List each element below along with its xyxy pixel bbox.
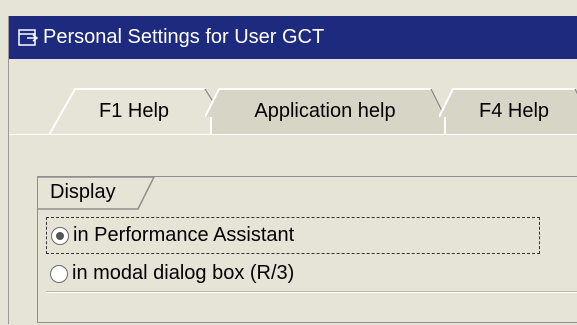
- window-menu-icon[interactable]: [17, 27, 39, 49]
- tab-f4-help-label: F4 Help: [478, 99, 550, 122]
- display-label-text: Display: [50, 181, 116, 203]
- option-modal-dialog-label: in modal dialog box (R/3): [72, 262, 295, 284]
- window-title: Personal Settings for User GCT: [43, 26, 325, 48]
- option-modal-dialog[interactable]: in modal dialog box (R/3): [46, 255, 540, 292]
- radio-performance-assistant[interactable]: [51, 226, 69, 245]
- display-group: Display in Performance Assistant in moda…: [37, 176, 577, 323]
- radio-modal-dialog[interactable]: [50, 264, 68, 283]
- option-performance-assistant-label: in Performance Assistant: [73, 224, 295, 246]
- tab-panel: Display in Performance Assistant in moda…: [9, 134, 577, 325]
- tab-application-help-label: Application help: [254, 99, 396, 122]
- settings-window: Personal Settings for User GCT F1 Help A…: [8, 16, 577, 325]
- tab-strip: F1 Help Application help F4 Help: [9, 59, 577, 135]
- option-performance-assistant[interactable]: in Performance Assistant: [46, 217, 540, 254]
- tab-f4-help[interactable]: F4 Help: [439, 87, 577, 135]
- tab-f1-help[interactable]: F1 Help: [49, 87, 219, 135]
- group-divider: [46, 291, 577, 293]
- tab-f1-help-label: F1 Help: [98, 99, 170, 122]
- title-bar: Personal Settings for User GCT: [9, 16, 577, 59]
- tab-application-help[interactable]: Application help: [205, 87, 445, 135]
